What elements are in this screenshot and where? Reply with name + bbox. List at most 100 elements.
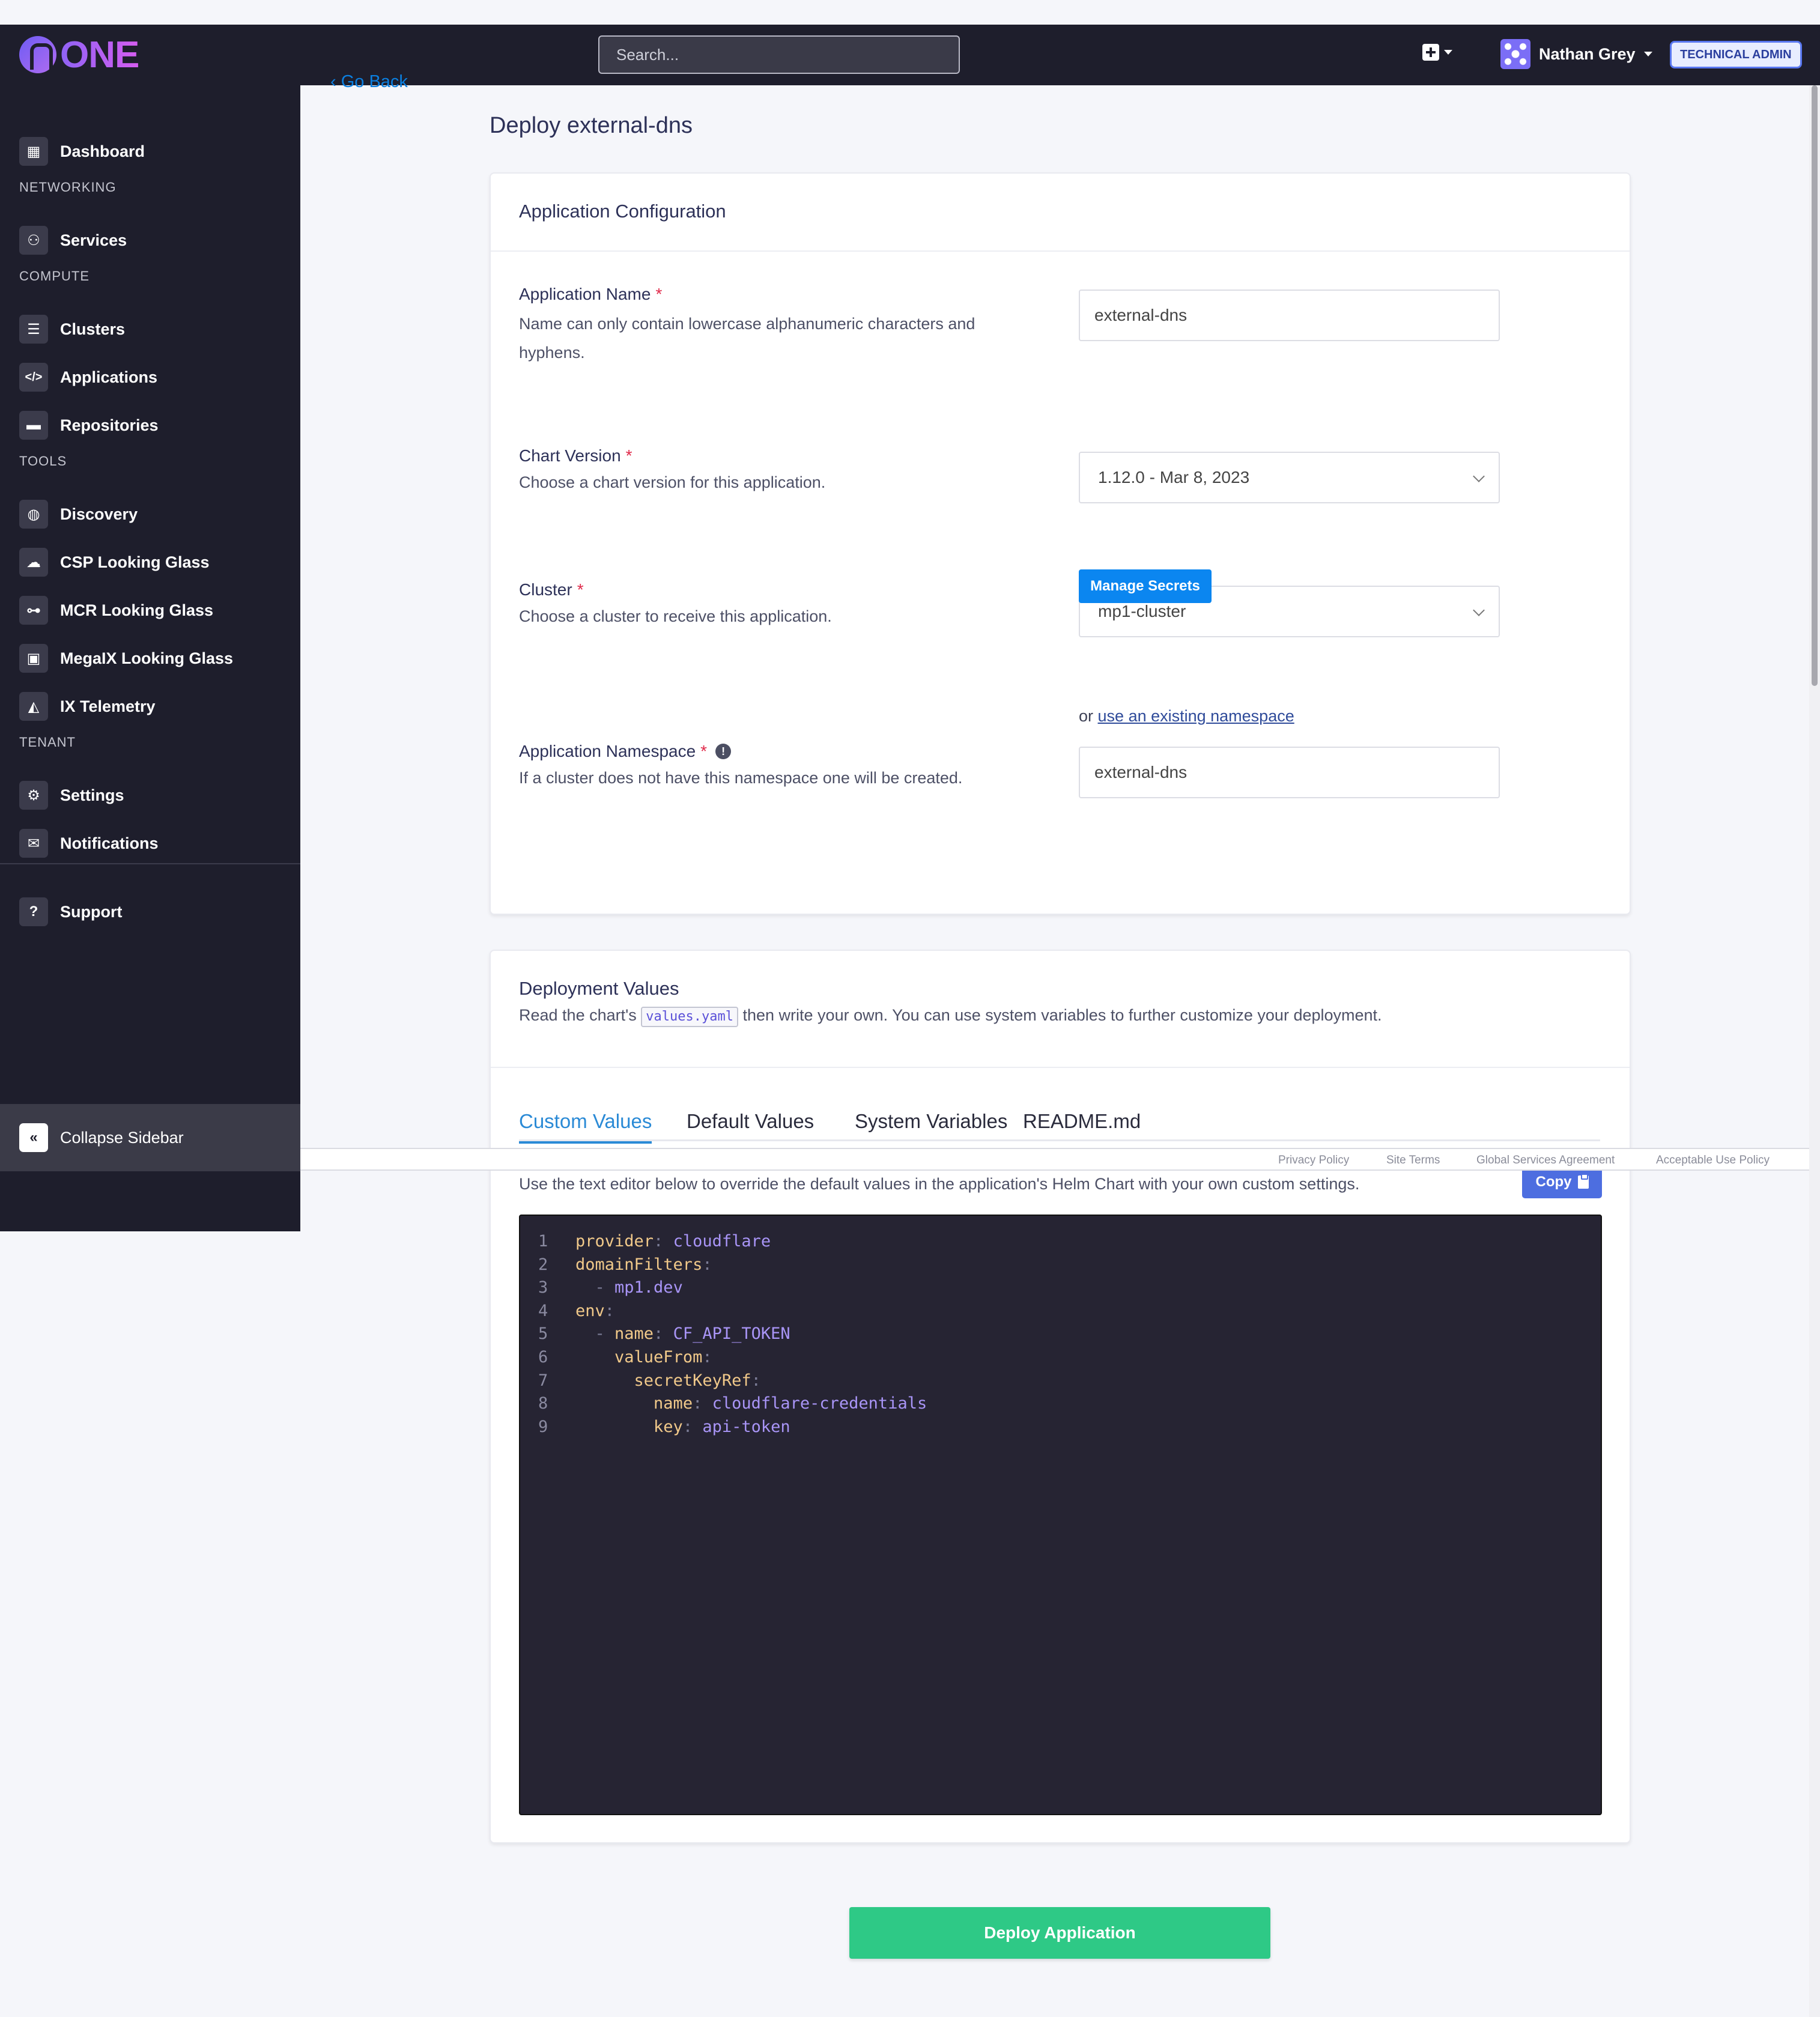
- sidebar-item-dashboard[interactable]: ▦ Dashboard: [19, 136, 145, 166]
- sidebar-item-discovery[interactable]: ◍ Discovery: [19, 499, 138, 529]
- info-icon[interactable]: !: [715, 744, 732, 759]
- deploy-application-button[interactable]: Deploy Application: [849, 1907, 1270, 1959]
- scrollbar-thumb[interactable]: [1812, 85, 1818, 686]
- user-menu[interactable]: Nathan Grey: [1500, 39, 1652, 69]
- footer-link-acceptable-use-policy[interactable]: Acceptable Use Policy: [1656, 1154, 1770, 1167]
- code-key: env: [575, 1301, 605, 1320]
- envelope-icon: ✉: [19, 829, 48, 858]
- code-key: secretKeyRef: [634, 1371, 751, 1390]
- chart-version-help: Choose a chart version for this applicat…: [519, 473, 826, 491]
- application-namespace-input[interactable]: external-dns: [1079, 747, 1500, 798]
- footer-link-global-services-agreement[interactable]: Global Services Agreement: [1476, 1154, 1615, 1167]
- code-line[interactable]: 2 domainFilters:: [520, 1254, 1601, 1277]
- code-line[interactable]: 9 key: api-token: [520, 1416, 1601, 1439]
- footer-link-site-terms[interactable]: Site Terms: [1386, 1154, 1440, 1167]
- add-new-button[interactable]: [1422, 44, 1452, 61]
- label-text: Chart Version: [519, 446, 621, 465]
- use-existing-namespace-link[interactable]: use an existing namespace: [1098, 707, 1294, 725]
- sidebar-item-megaix-looking-glass[interactable]: ▣ MegaIX Looking Glass: [19, 643, 233, 673]
- clipboard-icon: [1577, 1174, 1589, 1189]
- sidebar-item-label: Applications: [60, 368, 158, 386]
- sidebar-section-tenant: TENANT: [19, 735, 76, 750]
- code-line[interactable]: 6 valueFrom:: [520, 1346, 1601, 1369]
- code-line[interactable]: 4 env:: [520, 1300, 1601, 1323]
- card-title: Deployment Values: [519, 978, 679, 999]
- card-title: Application Configuration: [519, 201, 726, 222]
- line-number: 4: [538, 1301, 548, 1320]
- question-icon: ?: [19, 897, 48, 926]
- sidebar-item-support[interactable]: ? Support: [19, 897, 122, 927]
- sidebar-item-services[interactable]: ⚇ Services: [19, 225, 127, 255]
- app-logo[interactable]: ONE: [19, 34, 139, 76]
- application-namespace-help: If a cluster does not have this namespac…: [519, 769, 963, 787]
- line-number: 6: [538, 1347, 548, 1366]
- cluster-help: Choose a cluster to receive this applica…: [519, 607, 832, 625]
- sidebar-item-repositories[interactable]: ▬ Repositories: [19, 410, 159, 440]
- sidebar-item-applications[interactable]: </> Applications: [19, 362, 157, 392]
- copy-button[interactable]: Copy: [1522, 1166, 1602, 1198]
- sidebar-item-ix-telemetry[interactable]: ◭ IX Telemetry: [19, 691, 156, 721]
- code-colon: :: [751, 1371, 761, 1390]
- line-number: 5: [538, 1324, 548, 1344]
- code-key: provider: [575, 1232, 654, 1251]
- line-number: 7: [538, 1371, 548, 1390]
- user-name: Nathan Grey: [1539, 44, 1636, 63]
- collapse-sidebar-button[interactable]: « Collapse Sidebar: [19, 1123, 184, 1153]
- search-input[interactable]: [598, 35, 960, 74]
- footer-link-privacy-policy[interactable]: Privacy Policy: [1278, 1154, 1349, 1167]
- tab-readme[interactable]: README.md: [1023, 1110, 1141, 1141]
- tab-default-values[interactable]: Default Values: [687, 1110, 814, 1141]
- go-back-link[interactable]: ‹ Go Back: [330, 72, 408, 92]
- code-line[interactable]: 3 - mp1.dev: [520, 1276, 1601, 1300]
- required-marker: *: [700, 742, 708, 760]
- network-icon: ⚇: [19, 226, 48, 255]
- code-line[interactable]: 8 name: cloudflare-credentials: [520, 1392, 1601, 1416]
- sidebar: ▦ Dashboard NETWORKING ⚇ Services COMPUT…: [0, 85, 300, 1231]
- code-editor[interactable]: 1 provider: cloudflare 2 domainFilters:3 - …: [519, 1215, 1602, 1815]
- cluster-label: Cluster *: [519, 580, 584, 599]
- deployment-tabs: Custom Values Default Values System Vari…: [519, 1110, 1600, 1144]
- card-header: Application Configuration: [491, 174, 1630, 252]
- area-chart-icon: ◭: [19, 692, 48, 721]
- go-back-label: Go Back: [341, 72, 408, 91]
- sidebar-item-label: MegaIX Looking Glass: [60, 649, 234, 667]
- chart-version-select[interactable]: 1.12.0 - Mar 8, 2023: [1079, 452, 1500, 503]
- tab-system-variables[interactable]: System Variables: [855, 1110, 1007, 1141]
- page-scrollbar[interactable]: [1809, 85, 1820, 2017]
- code-line[interactable]: 7 secretKeyRef:: [520, 1369, 1601, 1393]
- globe-icon: ◍: [19, 500, 48, 529]
- cloud-icon: ☁: [19, 548, 48, 577]
- top-bar: ONE Nathan Grey TECHNICAL ADMIN: [0, 25, 1820, 85]
- chart-version-label: Chart Version *: [519, 446, 632, 466]
- role-badge: TECHNICAL ADMIN: [1670, 41, 1802, 68]
- sidebar-item-mcr-looking-glass[interactable]: ⊶ MCR Looking Glass: [19, 595, 213, 625]
- sidebar-item-settings[interactable]: ⚙ Settings: [19, 780, 124, 810]
- code-key: domainFilters: [575, 1255, 703, 1274]
- required-marker: *: [577, 580, 584, 599]
- copy-label: Copy: [1535, 1174, 1572, 1190]
- required-marker: *: [625, 446, 632, 465]
- sidebar-item-csp-looking-glass[interactable]: ☁ CSP Looking Glass: [19, 547, 210, 577]
- sidebar-item-label: Discovery: [60, 505, 138, 523]
- gear-icon: ⚙: [19, 781, 48, 810]
- select-value: 1.12.0 - Mar 8, 2023: [1098, 468, 1250, 487]
- existing-namespace-row: or use an existing namespace: [1079, 707, 1294, 726]
- sidebar-divider: [0, 863, 300, 864]
- sidebar-item-notifications[interactable]: ✉ Notifications: [19, 828, 159, 858]
- code-colon: :: [654, 1324, 673, 1344]
- manage-secrets-button[interactable]: Manage Secrets: [1079, 569, 1212, 603]
- code-line[interactable]: 5 - name: CF_API_TOKEN: [520, 1323, 1601, 1346]
- application-name-input[interactable]: external-dns: [1079, 290, 1500, 341]
- sidebar-item-label: CSP Looking Glass: [60, 553, 210, 571]
- line-number: 9: [538, 1417, 548, 1436]
- code-key: name: [614, 1324, 654, 1344]
- code-value: cloudflare-credentials: [712, 1394, 927, 1413]
- input-value: external-dns: [1094, 763, 1188, 781]
- code-colon: :: [702, 1347, 712, 1366]
- tab-custom-values[interactable]: Custom Values: [519, 1110, 652, 1144]
- code-line[interactable]: 1 provider: cloudflare: [520, 1230, 1601, 1254]
- sidebar-item-clusters[interactable]: ☰ Clusters: [19, 314, 125, 344]
